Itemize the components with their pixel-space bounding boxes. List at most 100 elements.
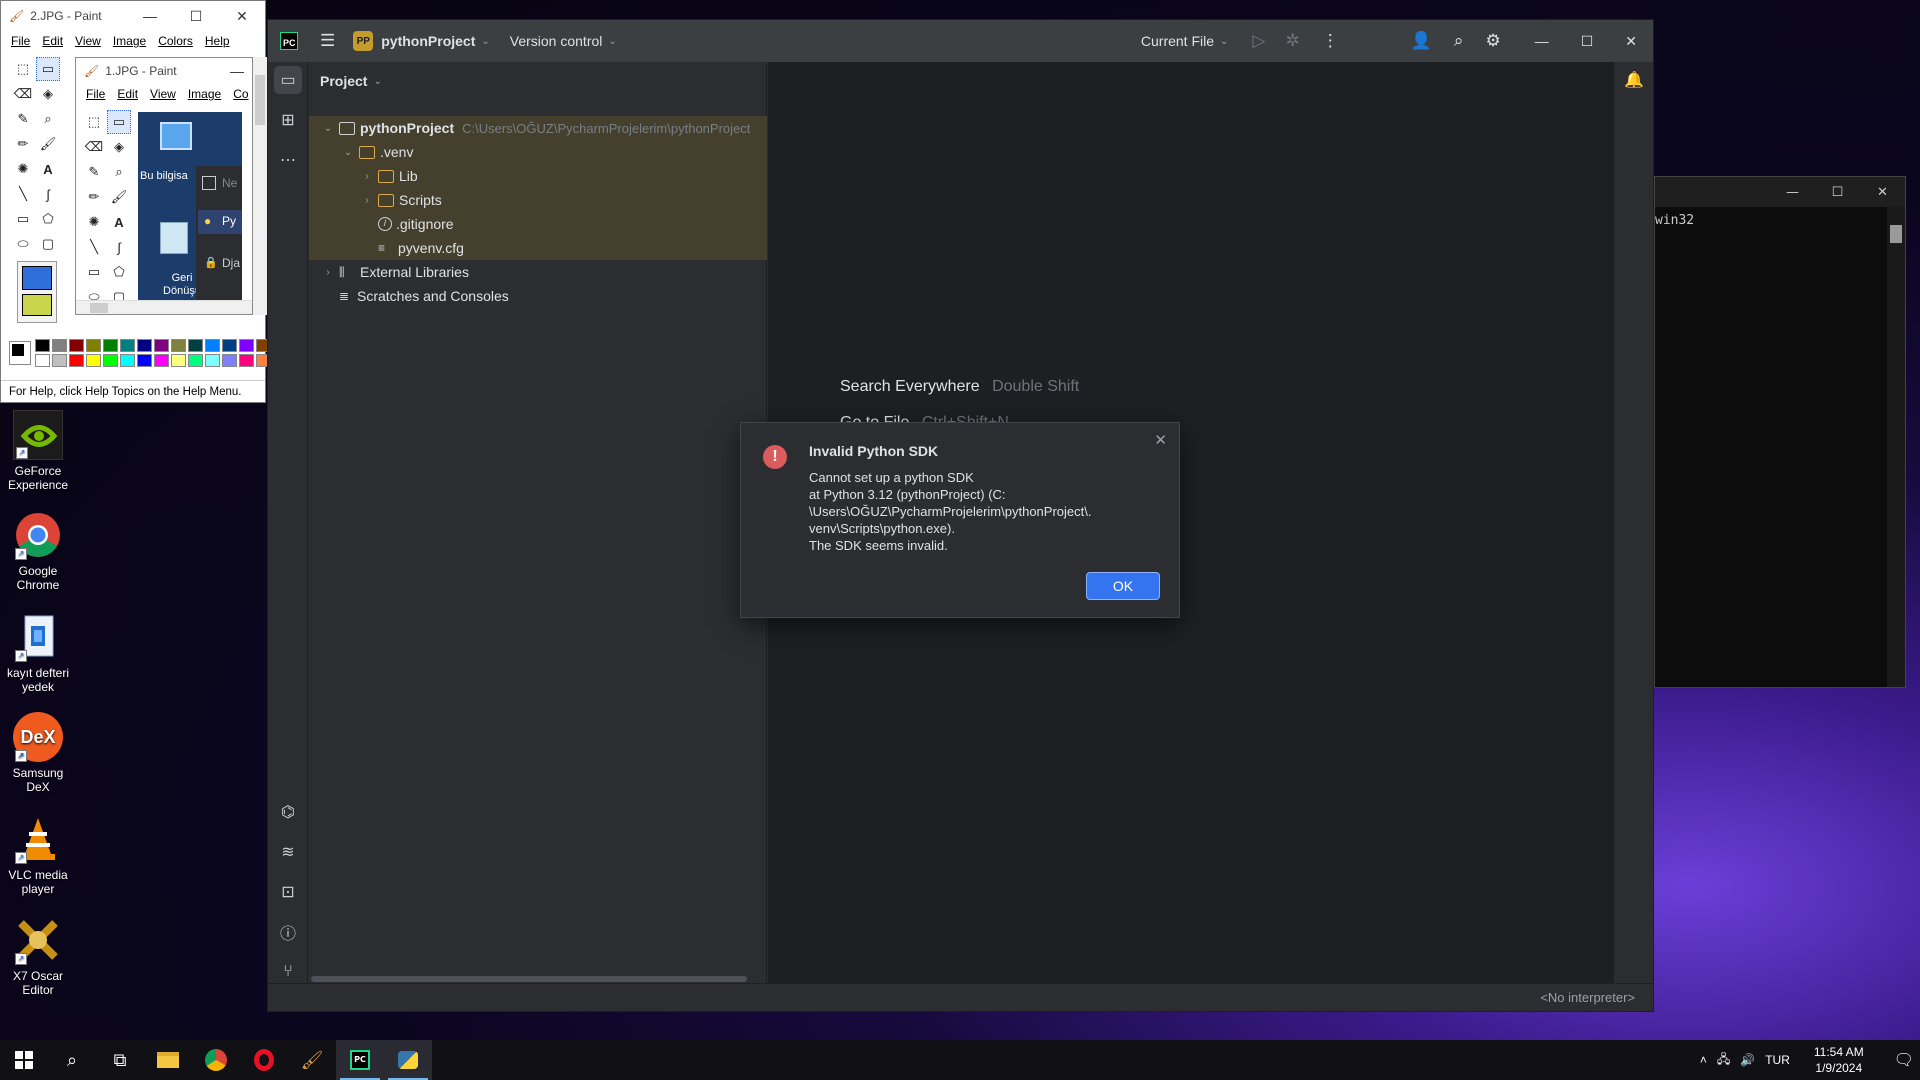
swatch[interactable] [35, 339, 50, 352]
curve-tool-icon[interactable]: ∫ [107, 235, 131, 259]
git-branch-icon[interactable]: ⑂ [274, 958, 302, 986]
swatch[interactable] [103, 354, 118, 367]
search-icon[interactable]: ⌕ [48, 1040, 96, 1080]
chevron-up-icon[interactable]: ˄ [1700, 1053, 1707, 1067]
rect-select-icon[interactable]: ▭ [107, 110, 131, 134]
fill-bucket-icon[interactable]: ◈ [36, 82, 60, 106]
swatch[interactable] [69, 339, 84, 352]
chevron-down-icon[interactable]: ⌄ [321, 123, 335, 134]
airbrush-icon[interactable]: ✺ [11, 157, 35, 181]
python-console-icon[interactable]: ⌬ [274, 798, 302, 826]
desktop-icon-registry[interactable]: ↗ kayıt defteri yedek [2, 612, 74, 694]
chevron-right-icon[interactable]: › [321, 267, 335, 278]
maximize-button[interactable]: ☐ [1815, 185, 1860, 200]
run-config-selector[interactable]: Current File ⌄ [1141, 33, 1229, 49]
swatch[interactable] [137, 339, 152, 352]
chevron-down-icon[interactable]: ⌄ [341, 147, 355, 158]
swatch[interactable] [154, 354, 169, 367]
minimize-button[interactable]: — [1535, 33, 1549, 49]
interpreter-status[interactable]: <No interpreter> [1540, 990, 1635, 1005]
structure-icon[interactable]: ⊞ [274, 106, 302, 134]
popup-item-selected[interactable]: ● Py [198, 210, 242, 234]
swatch[interactable] [239, 339, 254, 352]
vcs-selector[interactable]: Version control ⌄ [510, 33, 617, 49]
rounded-rect-tool-icon[interactable]: ▢ [36, 232, 60, 256]
more-vertical-icon[interactable]: ⋮ [1322, 31, 1339, 51]
desktop-icon-chrome[interactable]: ↗ Google Chrome [2, 510, 74, 592]
swatch[interactable] [154, 339, 169, 352]
maximize-button[interactable]: ☐ [173, 8, 219, 25]
ok-button[interactable]: OK [1086, 572, 1160, 600]
folder-icon[interactable]: ▭ [274, 66, 302, 94]
free-select-icon[interactable]: ⬚ [82, 110, 106, 134]
magnifier-icon[interactable]: ⌕ [107, 160, 131, 184]
title-bar[interactable]: 🖌 2.JPG - Paint — ☐ ✕ [1, 1, 265, 31]
swatch[interactable] [205, 339, 220, 352]
menu-colors[interactable]: Co [227, 84, 254, 104]
pencil-icon[interactable]: ✏ [82, 185, 106, 209]
brush-icon[interactable]: 🖌 [36, 132, 60, 156]
vertical-scrollbar[interactable] [1887, 207, 1905, 687]
swatch[interactable] [120, 354, 135, 367]
eraser-icon[interactable]: ⌫ [82, 135, 106, 159]
curve-tool-icon[interactable]: ∫ [36, 182, 60, 206]
desktop-icon-dex[interactable]: DeX ↗ Samsung DeX [2, 712, 74, 794]
chevron-right-icon[interactable]: › [360, 195, 374, 206]
magnifier-icon[interactable]: ⌕ [36, 107, 60, 131]
add-user-icon[interactable]: 👤 [1411, 31, 1432, 51]
swatch[interactable] [222, 339, 237, 352]
tree-item-lib[interactable]: › Lib [360, 164, 417, 188]
paint-window-inner[interactable]: 🖌 1.JPG - Paint — File Edit View Image C… [75, 57, 253, 315]
chevron-right-icon[interactable]: › [360, 171, 374, 182]
desktop-icon-geforce[interactable]: ↗ GeForce Experience [2, 410, 74, 492]
menu-help[interactable]: Help [199, 31, 236, 51]
swatch[interactable] [103, 339, 118, 352]
airbrush-icon[interactable]: ✺ [82, 210, 106, 234]
gear-icon[interactable]: ⚙ [1485, 31, 1500, 51]
file-explorer-icon[interactable] [144, 1040, 192, 1080]
rectangle-tool-icon[interactable]: ▭ [11, 207, 35, 231]
eraser-icon[interactable]: ⌫ [11, 82, 35, 106]
title-bar[interactable]: 🖌 1.JPG - Paint — [76, 58, 252, 84]
menu-edit[interactable]: Edit [111, 84, 144, 104]
start-windows-icon[interactable] [0, 1040, 48, 1080]
close-icon[interactable]: ✕ [1154, 431, 1167, 449]
swatch[interactable] [35, 354, 50, 367]
swatch[interactable] [171, 339, 186, 352]
pencil-icon[interactable]: ✏ [11, 132, 35, 156]
tree-item-pythonproject[interactable]: ⌄ pythonProject C:\Users\OĞUZ\PycharmPro… [321, 116, 751, 140]
maximize-button[interactable]: ☐ [1581, 33, 1594, 50]
volume-icon[interactable]: 🔊 [1740, 1053, 1755, 1067]
python-taskbar-icon[interactable] [384, 1040, 432, 1080]
swatch[interactable] [137, 354, 152, 367]
tree-item-external-libraries[interactable]: › ⫼ External Libraries [321, 260, 469, 284]
network-icon[interactable]: 🖧 [1717, 1050, 1730, 1071]
swatch[interactable] [86, 354, 101, 367]
canvas[interactable]: Bu bilgisa Geri Dönüşü Ne ● Py 🔒 Dja [138, 112, 242, 308]
text-tool-icon[interactable]: A [107, 210, 131, 234]
more-horizontal-icon[interactable]: ⋯ [274, 146, 302, 174]
menu-view[interactable]: View [144, 84, 182, 104]
swatch[interactable] [171, 354, 186, 367]
menu-image[interactable]: Image [107, 31, 152, 51]
swatch[interactable] [188, 339, 203, 352]
project-selector[interactable]: PP pythonProject ⌄ [353, 31, 490, 51]
option-opaque-icon[interactable] [22, 266, 52, 290]
invalid-sdk-dialog[interactable]: ! Invalid Python SDK Cannot set up a pyt… [740, 422, 1180, 618]
close-button[interactable]: ✕ [1860, 185, 1905, 200]
text-tool-icon[interactable]: A [36, 157, 60, 181]
title-bar[interactable]: — ☐ ✕ [1655, 177, 1905, 207]
menu-file[interactable]: File [80, 84, 111, 104]
menu-file[interactable]: File [5, 31, 36, 51]
opera-icon[interactable] [240, 1040, 288, 1080]
bell-notification-icon[interactable]: 🔔 [1622, 70, 1646, 94]
swatch[interactable] [222, 354, 237, 367]
line-tool-icon[interactable]: ╲ [11, 182, 35, 206]
hamburger-menu-icon[interactable]: ☰ [320, 31, 335, 51]
pycharm-taskbar-icon[interactable]: PC [336, 1040, 384, 1080]
swatch[interactable] [69, 354, 84, 367]
language-indicator[interactable]: TUR [1765, 1053, 1790, 1067]
menu-image[interactable]: Image [182, 84, 227, 104]
swatch[interactable] [52, 354, 67, 367]
problems-icon[interactable]: ⓘ [274, 918, 302, 946]
